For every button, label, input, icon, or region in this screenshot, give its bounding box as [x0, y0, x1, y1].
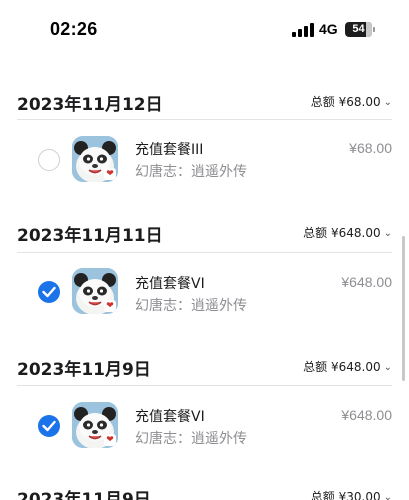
item-price: ¥648.00: [341, 407, 392, 423]
purchase-group: 2023年11月12日 总额 ¥68.00 ⌄ ❤ 充值套餐III 幻唐志：逍遥…: [0, 83, 409, 203]
purchase-date: 2023年11月9日: [17, 490, 151, 500]
purchase-date: 2023年11月9日: [17, 360, 151, 380]
battery-icon: 54: [345, 22, 375, 37]
total-label: 总额 ¥648.00: [303, 226, 381, 240]
game-name: 幻唐志：逍遥外传: [135, 164, 247, 180]
group-header: 2023年11月9日 总额 ¥648.00 ⌄: [0, 348, 409, 388]
select-checkbox[interactable]: [38, 281, 60, 303]
purchase-group: 2023年11月9日 总额 ¥648.00 ⌄ ❤ 充值套餐VI 幻唐志：逍遥外…: [0, 348, 409, 478]
total-dropdown[interactable]: 总额 ¥68.00 ⌄: [311, 93, 392, 110]
scrollbar[interactable]: [402, 236, 405, 381]
chevron-down-icon: ⌄: [383, 362, 392, 373]
game-name: 幻唐志：逍遥外传: [135, 298, 247, 314]
game-badge-icon: ❤: [104, 434, 116, 446]
chevron-down-icon: ⌄: [383, 228, 392, 239]
total-dropdown[interactable]: 总额 ¥648.00 ⌄: [303, 224, 392, 241]
status-bar: 02:26 4G 54: [0, 0, 409, 60]
select-checkbox[interactable]: [38, 415, 60, 437]
app-icon: ❤: [72, 268, 118, 314]
purchase-group: 2023年11月9日 总额 ¥30.00 ⌄: [0, 480, 409, 500]
chevron-down-icon: ⌄: [383, 492, 392, 500]
package-name: 充值套餐III: [135, 142, 204, 158]
game-badge-icon: ❤: [104, 168, 116, 180]
status-time: 02:26: [50, 19, 98, 39]
chevron-down-icon: ⌄: [383, 97, 392, 108]
game-badge-icon: ❤: [104, 300, 116, 312]
group-header: 2023年11月12日 总额 ¥68.00 ⌄: [0, 83, 409, 123]
game-name: 幻唐志：逍遥外传: [135, 431, 247, 447]
item-price: ¥648.00: [341, 274, 392, 290]
total-dropdown[interactable]: 总额 ¥30.00 ⌄: [311, 488, 392, 500]
select-checkbox[interactable]: [38, 149, 60, 171]
total-label: 总额 ¥648.00: [303, 360, 381, 374]
total-label: 总额 ¥68.00: [310, 95, 381, 109]
group-header: 2023年11月9日 总额 ¥30.00 ⌄: [0, 480, 409, 500]
purchase-date: 2023年11月11日: [17, 226, 163, 246]
checkmark-icon: [42, 420, 56, 432]
total-dropdown[interactable]: 总额 ¥648.00 ⌄: [303, 358, 392, 375]
signal-icon: [292, 23, 314, 37]
app-icon: ❤: [72, 136, 118, 182]
item-price: ¥68.00: [349, 140, 392, 156]
battery-level: 54: [352, 23, 365, 35]
network-type: 4G: [319, 21, 338, 37]
purchase-date: 2023年11月12日: [17, 95, 163, 115]
total-label: 总额 ¥30.00: [310, 490, 381, 500]
group-header: 2023年11月11日 总额 ¥648.00 ⌄: [0, 214, 409, 254]
package-name: 充值套餐VI: [135, 409, 205, 425]
package-name: 充值套餐VI: [135, 276, 205, 292]
purchase-group: 2023年11月11日 总额 ¥648.00 ⌄ ❤ 充值套餐VI 幻唐志：逍遥…: [0, 214, 409, 344]
checkmark-icon: [42, 286, 56, 298]
purchase-item[interactable]: ❤ 充值套餐VI 幻唐志：逍遥外传 ¥648.00: [0, 385, 409, 465]
purchase-item[interactable]: ❤ 充值套餐VI 幻唐志：逍遥外传 ¥648.00: [0, 252, 409, 332]
app-icon: ❤: [72, 402, 118, 448]
purchase-item[interactable]: ❤ 充值套餐III 幻唐志：逍遥外传 ¥68.00: [0, 119, 409, 199]
